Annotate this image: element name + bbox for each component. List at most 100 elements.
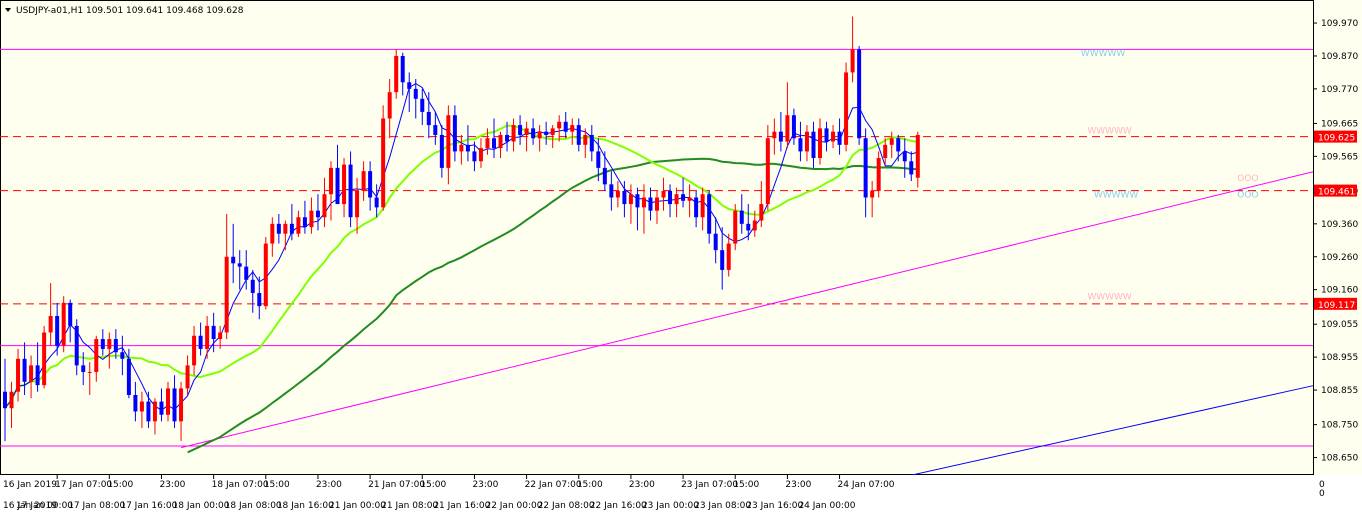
candle-body[interactable] <box>870 190 875 198</box>
candle-body[interactable] <box>329 167 333 195</box>
candle-body[interactable] <box>55 316 60 346</box>
candle-body[interactable] <box>596 151 601 168</box>
candle-body[interactable] <box>446 115 451 168</box>
candle-body[interactable] <box>237 263 242 267</box>
candle-body[interactable] <box>863 138 868 198</box>
candle-body[interactable] <box>152 401 157 422</box>
candle-body[interactable] <box>335 167 340 205</box>
candle-body[interactable] <box>205 325 210 349</box>
candle-body[interactable] <box>348 164 353 218</box>
candle-body[interactable] <box>283 223 288 234</box>
chart-text-object[interactable]: WWWWW <box>1094 191 1139 201</box>
candle-body[interactable] <box>315 210 320 218</box>
candle-body[interactable] <box>159 401 164 415</box>
candle-body[interactable] <box>505 134 510 142</box>
candle-body[interactable] <box>276 223 281 234</box>
candle-body[interactable] <box>263 243 268 307</box>
candle-body[interactable] <box>289 223 294 234</box>
candle-body[interactable] <box>146 401 151 422</box>
candle-body[interactable] <box>94 339 99 372</box>
candle-body[interactable] <box>791 115 796 139</box>
candle-body[interactable] <box>576 125 581 145</box>
candle-body[interactable] <box>733 210 738 244</box>
candle-body[interactable] <box>902 151 907 162</box>
candle-body[interactable] <box>126 358 131 395</box>
candle-body[interactable] <box>759 204 764 221</box>
candle-body[interactable] <box>896 138 901 152</box>
candle-body[interactable] <box>192 335 197 366</box>
candle-body[interactable] <box>628 194 633 205</box>
candle-body[interactable] <box>655 197 659 211</box>
candle-body[interactable] <box>433 125 438 135</box>
candle-body[interactable] <box>309 210 314 228</box>
candle-body[interactable] <box>909 161 914 175</box>
candle-body[interactable] <box>531 128 536 139</box>
candle-body[interactable] <box>824 128 829 142</box>
candle-body[interactable] <box>224 256 229 333</box>
candle-body[interactable] <box>641 197 646 208</box>
chart-text-object[interactable]: OOO <box>1237 174 1258 184</box>
candlestick-chart[interactable]: WWWWW WWWWW WWWWW WWWWW OOO OOO 109.970 109.87… <box>0 0 1362 516</box>
candle-body[interactable] <box>22 358 27 382</box>
candle-body[interactable] <box>798 138 803 152</box>
candle-body[interactable] <box>498 134 503 149</box>
candle-body[interactable] <box>720 250 725 270</box>
candle-body[interactable] <box>765 138 770 205</box>
candle-body[interactable] <box>785 115 790 142</box>
candle-body[interactable] <box>889 138 894 145</box>
candle-body[interactable] <box>250 279 255 293</box>
candle-body[interactable] <box>139 401 144 412</box>
candle-body[interactable] <box>837 131 842 145</box>
candle-body[interactable] <box>602 167 607 185</box>
candle-body[interactable] <box>883 144 888 158</box>
chart-text-object[interactable]: WWWWW <box>1087 126 1132 136</box>
candle-body[interactable] <box>752 220 757 231</box>
candle-body[interactable] <box>368 171 373 198</box>
candle-body[interactable] <box>511 125 516 142</box>
candle-body[interactable] <box>648 197 653 211</box>
candle-body[interactable] <box>661 190 666 198</box>
candle-body[interactable] <box>61 302 66 346</box>
candle-body[interactable] <box>544 131 549 135</box>
candle-body[interactable] <box>211 325 216 340</box>
chart-text-object[interactable]: WWWWW <box>1081 49 1126 59</box>
candle-body[interactable] <box>465 144 470 152</box>
candle-body[interactable] <box>3 391 7 409</box>
candle-body[interactable] <box>166 388 170 415</box>
candle-body[interactable] <box>257 292 262 307</box>
candle-body[interactable] <box>570 125 575 132</box>
candle-body[interactable] <box>107 339 112 349</box>
candle-body[interactable] <box>133 395 138 412</box>
candle-body[interactable] <box>35 365 40 386</box>
candle-body[interactable] <box>29 365 34 382</box>
candle-body[interactable] <box>518 125 523 135</box>
candle-body[interactable] <box>687 197 692 201</box>
candle-body[interactable] <box>492 138 496 149</box>
candle-body[interactable] <box>270 223 275 244</box>
candle-body[interactable] <box>537 131 542 139</box>
candle-body[interactable] <box>746 223 751 231</box>
candle-body[interactable] <box>322 194 327 218</box>
candle-body[interactable] <box>231 256 236 264</box>
candle-body[interactable] <box>218 332 223 340</box>
candle-body[interactable] <box>550 128 555 135</box>
candle-body[interactable] <box>478 148 483 162</box>
candle-body[interactable] <box>668 190 673 205</box>
candle-body[interactable] <box>355 190 360 218</box>
candle-body[interactable] <box>16 358 21 392</box>
candle-body[interactable] <box>381 118 386 208</box>
candle-body[interactable] <box>850 49 855 73</box>
candle-body[interactable] <box>876 158 881 191</box>
candle-body[interactable] <box>9 391 14 409</box>
candle-body[interactable] <box>726 243 731 270</box>
candle-body[interactable] <box>452 115 457 152</box>
candle-body[interactable] <box>68 302 73 326</box>
candle-body[interactable] <box>485 138 490 149</box>
candle-body[interactable] <box>707 194 712 234</box>
candle-body[interactable] <box>674 194 679 205</box>
chart-text-object[interactable]: OOO <box>1237 191 1258 201</box>
candle-body[interactable] <box>426 111 431 126</box>
chart-text-object[interactable]: WWWWW <box>1087 293 1132 303</box>
candle-body[interactable] <box>113 339 118 353</box>
candle-body[interactable] <box>583 134 588 145</box>
